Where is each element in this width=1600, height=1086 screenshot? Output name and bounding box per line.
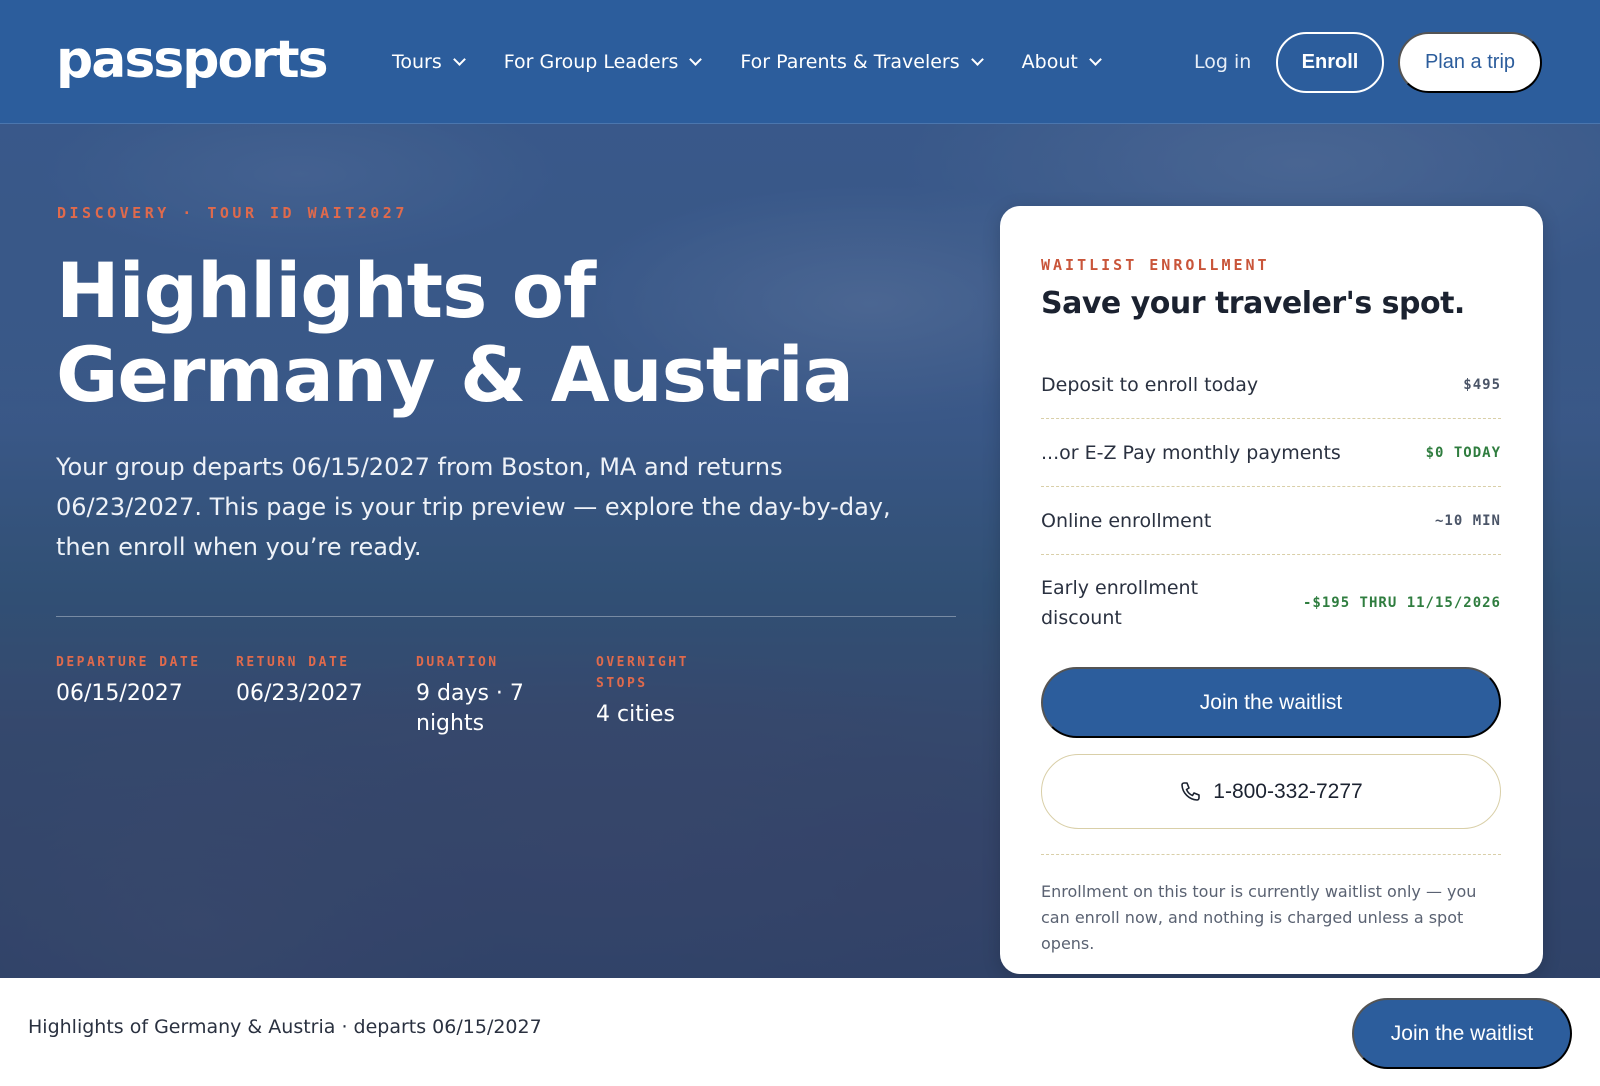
nav-item-label: About <box>1021 51 1078 73</box>
main-menu: Tours For Group Leaders For Parents & Tr… <box>392 42 1140 82</box>
nav-item-label: For Parents & Travelers <box>740 51 960 73</box>
phone-icon <box>1181 781 1201 801</box>
card-eyebrow: WAITLIST ENROLLMENT <box>1041 256 1270 274</box>
chevron-down-icon <box>452 52 466 66</box>
top-navigation: passports Tours For Group Leaders For Pa… <box>0 0 1600 124</box>
trip-stats: DEPARTURE DATE 06/15/2027 RETURN DATE 06… <box>56 652 776 739</box>
waitlist-enrollment-card: WAITLIST ENROLLMENT Save your traveler's… <box>1000 206 1543 974</box>
card-title: Save your traveler's spot. <box>1041 286 1465 321</box>
sticky-bottom-bar: Highlights of Germany & Austria · depart… <box>0 978 1600 1086</box>
row-label: Online enrollment <box>1041 509 1212 532</box>
chevron-down-icon <box>970 52 984 66</box>
detail-row-deposit: Deposit to enroll today $495 <box>1041 351 1501 419</box>
join-waitlist-button[interactable]: Join the waitlist <box>1041 667 1501 738</box>
stat-duration: DURATION 9 days · 7 nights <box>416 652 596 739</box>
stat-value: 4 cities <box>596 702 675 727</box>
bottom-join-waitlist-button[interactable]: Join the waitlist <box>1352 998 1572 1069</box>
bottom-trip-summary: Highlights of Germany & Austria · depart… <box>28 1016 542 1038</box>
detail-row-ez-pay: ...or E-Z Pay monthly payments $0 TODAY <box>1041 419 1501 487</box>
divider <box>1041 854 1501 855</box>
row-label: Deposit to enroll today <box>1041 373 1259 396</box>
phone-number: 1-800-332-7277 <box>1213 779 1363 803</box>
stat-value: 06/15/2027 <box>56 681 183 706</box>
row-value: ~10 MIN <box>1434 512 1501 529</box>
stat-value: 9 days · 7 nights <box>416 681 524 736</box>
page-title: Highlights of Germany & Austria <box>56 249 956 417</box>
stat-label: DEPARTURE DATE <box>56 655 201 670</box>
nav-item-label: Tours <box>392 51 442 73</box>
row-label: ...or E-Z Pay monthly payments <box>1041 441 1341 464</box>
detail-row-online-enrollment: Online enrollment ~10 MIN <box>1041 487 1501 555</box>
stat-return-date: RETURN DATE 06/23/2027 <box>236 652 416 739</box>
nav-item-parents-travelers[interactable]: For Parents & Travelers <box>740 42 984 82</box>
detail-row-early-discount: Early enrollment discount -$195 THRU 11/… <box>1041 555 1501 651</box>
login-link[interactable]: Log in <box>1194 44 1251 80</box>
passports-logo[interactable]: passports <box>56 30 329 90</box>
stat-label: RETURN DATE <box>236 655 350 670</box>
trip-description: Your group departs 06/15/2027 from Bosto… <box>56 453 891 561</box>
tour-eyebrow: DISCOVERY · TOUR ID WAIT2027 <box>57 204 408 222</box>
title-line-2: Germany & Austria <box>56 330 854 419</box>
plan-trip-button[interactable]: Plan a trip <box>1398 32 1542 93</box>
chevron-down-icon <box>1088 52 1102 66</box>
row-value: $0 TODAY <box>1425 444 1501 461</box>
stat-overnight-stops: OVERNIGHT STOPS 4 cities <box>596 652 776 739</box>
nav-item-tours[interactable]: Tours <box>392 42 466 82</box>
stat-departure-date: DEPARTURE DATE 06/15/2027 <box>56 652 236 739</box>
title-line-1: Highlights of <box>56 246 596 335</box>
chevron-down-icon <box>689 52 703 66</box>
enrollment-details: Deposit to enroll today $495 ...or E-Z P… <box>1041 351 1501 651</box>
row-value: $495 <box>1463 376 1501 393</box>
row-label: Early enrollment discount <box>1041 577 1199 629</box>
stat-value: 06/23/2027 <box>236 681 363 706</box>
nav-item-group-leaders[interactable]: For Group Leaders <box>503 42 703 82</box>
phone-call-button[interactable]: 1-800-332-7277 <box>1041 754 1501 829</box>
nav-item-about[interactable]: About <box>1021 42 1102 82</box>
stat-label: OVERNIGHT STOPS <box>596 655 689 691</box>
row-value: -$195 THRU 11/15/2026 <box>1302 595 1501 611</box>
waitlist-note: Enrollment on this tour is currently wai… <box>1041 882 1477 953</box>
stat-label: DURATION <box>416 655 499 670</box>
enroll-button[interactable]: Enroll <box>1276 32 1384 93</box>
nav-item-label: For Group Leaders <box>503 51 679 73</box>
divider <box>56 616 956 617</box>
